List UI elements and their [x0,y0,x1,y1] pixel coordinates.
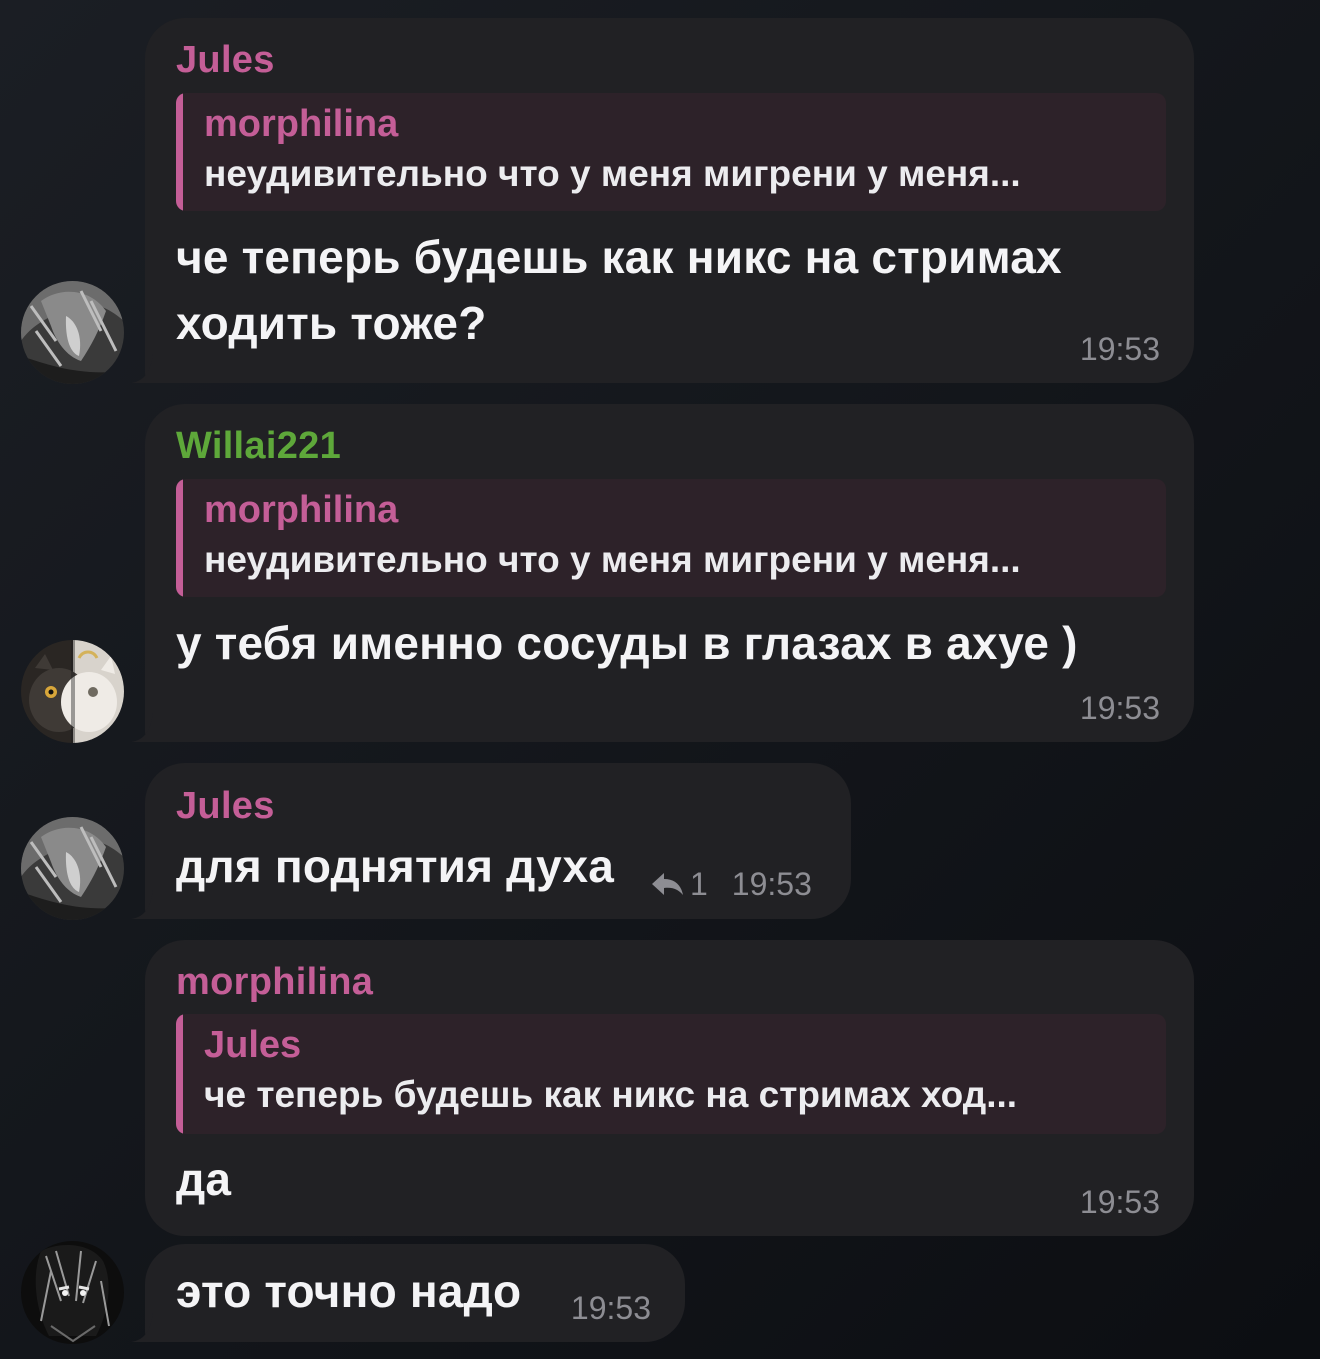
reply-accent-bar [176,1014,183,1134]
reply-sender-name: morphilina [204,103,399,145]
reply-sender-name: Jules [204,1024,302,1066]
message-time: 19:53 [1079,331,1160,367]
reply-preview-text: неудивительно что у меня мигрени у меня.… [204,539,1021,580]
sender-name[interactable]: Willai221 [176,404,1163,476]
message-time: 19:53 [570,1290,651,1326]
message-time: 19:53 [1079,690,1160,726]
reply-accent-bar [176,479,183,597]
reply-quote[interactable]: morphilina неудивительно что у меня мигр… [176,93,1166,211]
reply-accent-bar [176,93,183,211]
message-text-line: че теперь будешь как никс на стримах [176,231,1062,283]
sender-name[interactable]: Jules [176,18,1163,90]
reply-quote[interactable]: Jules че теперь будешь как никс на стрим… [176,1014,1166,1134]
thread-replies[interactable]: 1 19:53 [650,866,812,902]
sender-name[interactable]: Jules [176,763,820,829]
avatar-willai221[interactable] [21,640,124,743]
bubble-tail [131,1312,161,1342]
reply-quote[interactable]: morphilina неудивительно что у меня мигр… [176,479,1166,597]
message-bubble[interactable]: это точно надо 19:53 [145,1244,685,1342]
message-text-line: у тебя именно сосуды в глазах в ахуе ) [176,617,1078,669]
avatar-morphilina[interactable] [21,1241,124,1344]
message-time: 19:53 [731,866,812,902]
message-text-line: да [176,1153,232,1205]
message-bubble[interactable]: Jules для поднятия духа 1 19:53 [145,763,851,919]
chat-message-list[interactable]: Jules morphilina неудивительно что у мен… [0,0,1320,1359]
avatar-jules[interactable] [21,817,124,920]
bubble-tail [131,712,161,742]
reply-sender-name: morphilina [204,489,399,531]
reply-preview-text: че теперь будешь как никс на стримах ход… [204,1074,1018,1115]
message-bubble[interactable]: Willai221 morphilina неудивительно что у… [145,404,1194,742]
message-bubble[interactable]: Jules morphilina неудивительно что у мен… [145,18,1194,383]
reply-count: 1 [690,866,708,902]
bubble-tail [131,353,161,383]
reply-arrow-icon [652,873,683,895]
message-bubble[interactable]: morphilina Jules че теперь будешь как ни… [145,940,1194,1236]
avatar-jules[interactable] [21,281,124,384]
message-time: 19:53 [1079,1184,1160,1220]
bubble-tail [131,889,161,919]
reply-preview-text: неудивительно что у меня мигрени у меня.… [204,153,1021,194]
message-text-line: ходить тоже? [176,297,487,349]
sender-name[interactable]: morphilina [176,940,1163,1012]
